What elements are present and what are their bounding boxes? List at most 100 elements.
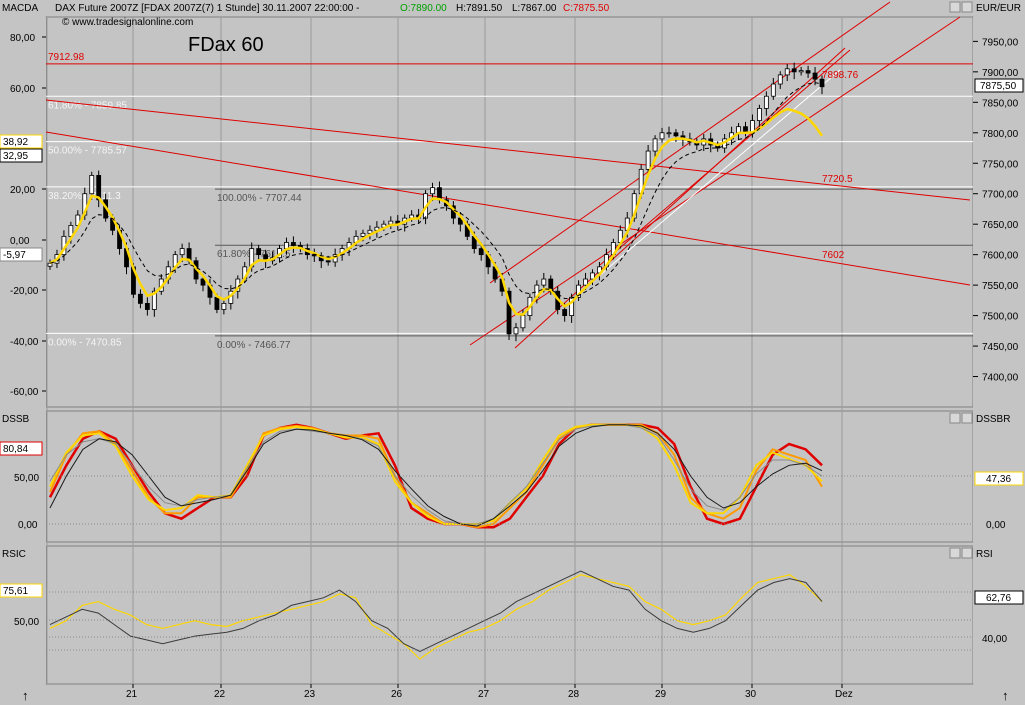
candle-body <box>520 315 526 329</box>
rsi-value-left: 75,61 <box>3 586 28 597</box>
macd-value-1: 38,92 <box>3 137 28 148</box>
x-tick-label: 26 <box>391 689 403 700</box>
rsi-panel-bg <box>45 545 974 685</box>
candle-body <box>513 327 519 335</box>
low-value: L:7867.00 <box>512 3 557 14</box>
level-label: 0.00% - 7470.85 <box>48 337 122 348</box>
candle-body <box>652 138 658 152</box>
rsi-minimize-button[interactable] <box>949 547 961 559</box>
chart-application: 7912.98 61.80% - 7859.85 50.00% - 7785.57 3… <box>0 0 1025 705</box>
x-tick-label: 21 <box>126 689 138 700</box>
candle-body <box>221 303 227 310</box>
right-tick-label: 7850,00 <box>982 98 1019 109</box>
x-tick-label: Dez <box>835 689 853 700</box>
rsi-title: RSI <box>976 549 993 560</box>
right-tick-label: 7550,00 <box>982 281 1019 292</box>
rsi-tick-40: 40,00 <box>982 634 1007 645</box>
left-tick-label: 80,00 <box>10 33 35 44</box>
candle-body <box>666 132 672 135</box>
candle-body <box>562 309 568 316</box>
candle-body <box>645 150 651 170</box>
macd-value-2: 32,95 <box>3 151 28 162</box>
chart-title: FDax 60 <box>188 34 264 56</box>
right-tick-label: 7700,00 <box>982 190 1019 201</box>
dssb-panel-bg <box>45 410 974 543</box>
annotation-7720: 7720.5 <box>822 174 853 185</box>
chart-canvas: 7912.9861.80% - 7859.8550.00% - 7785.573… <box>0 1 1025 703</box>
candle-body <box>214 296 220 310</box>
high-value: H:7891.50 <box>456 3 503 14</box>
x-tick-label: 22 <box>214 689 226 700</box>
candle-body <box>360 232 366 237</box>
rsi-value-right: 62,76 <box>986 593 1011 604</box>
right-tick-label: 7950,00 <box>982 37 1019 48</box>
candle-body <box>583 278 588 286</box>
candle-body <box>144 303 150 310</box>
candle-body <box>763 95 769 109</box>
indicator-label-left: MACDA <box>2 3 38 14</box>
dssb-minimize-button[interactable] <box>949 412 961 424</box>
macd-value-3: -5,97 <box>3 250 26 261</box>
dssb-value-left: 80,84 <box>3 444 28 455</box>
candle-body <box>812 72 818 80</box>
level-label: 100.00% - 7707.44 <box>217 193 302 204</box>
level-label: 7912.98 <box>48 52 85 63</box>
last-price-label: 7875,50 <box>980 81 1017 92</box>
dssb-tick-0: 0,00 <box>18 520 38 531</box>
right-tick-label: 7800,00 <box>982 129 1019 140</box>
right-tick-label: 7500,00 <box>982 312 1019 323</box>
right-tick-label: 7600,00 <box>982 251 1019 262</box>
candle-body <box>89 175 95 195</box>
candle-body <box>757 108 762 121</box>
dssb-title: DSSB <box>2 414 30 425</box>
candle-body <box>138 293 143 304</box>
instrument-info: DAX Future 2007Z [FDAX 2007Z(7) 1 Stunde… <box>55 3 359 14</box>
left-tick-label: 60,00 <box>10 84 35 95</box>
right-tick-label: 7900,00 <box>982 68 1019 79</box>
panel-close-button[interactable] <box>961 1 973 13</box>
x-tick-label: 23 <box>304 689 316 700</box>
annotation-7898: 7898.76 <box>822 70 859 81</box>
close-value: C:7875.50 <box>563 3 610 14</box>
left-tick-label: 20,00 <box>10 185 35 196</box>
panel-minimize-button[interactable] <box>949 1 961 13</box>
left-tick-label: 0,00 <box>10 236 30 247</box>
bottom-right-arrow[interactable]: ↑ <box>1002 688 1009 703</box>
candle-body <box>784 68 790 76</box>
rsi-tick-50: 50,00 <box>14 617 39 628</box>
right-tick-label: 7400,00 <box>982 373 1019 384</box>
left-tick-label: -40,00 <box>10 337 39 348</box>
price-panel-controls[interactable] <box>949 1 973 13</box>
candle-body <box>770 83 776 97</box>
candle-body <box>179 248 185 256</box>
right-tick-label: 7750,00 <box>982 159 1019 170</box>
rsi-close-button[interactable] <box>961 547 973 559</box>
time-axis: 21 22 23 26 27 28 29 30 Dez <box>126 684 853 700</box>
level-label: 0.00% - 7466.77 <box>217 340 291 351</box>
x-tick-label: 28 <box>568 689 580 700</box>
level-label: 50.00% - 7785.57 <box>48 146 127 157</box>
x-tick-label: 27 <box>478 689 490 700</box>
dssb-close-button[interactable] <box>961 412 973 424</box>
candle-body <box>430 187 435 195</box>
candle-body <box>541 278 547 286</box>
annotation-7602: 7602 <box>822 250 845 261</box>
x-tick-label: 30 <box>745 689 757 700</box>
candle-body <box>805 70 811 74</box>
currency-label: EUR/EUR <box>976 3 1021 14</box>
candle-body <box>777 74 783 85</box>
right-tick-label: 7650,00 <box>982 220 1019 231</box>
candle-body <box>256 248 262 256</box>
candle-body <box>798 70 804 73</box>
right-tick-label: 7450,00 <box>982 342 1019 353</box>
left-tick-label: -20,00 <box>10 286 39 297</box>
candle-body <box>673 132 679 137</box>
dssb-tick-50: 50,00 <box>14 473 39 484</box>
rsic-title: RSIC <box>2 549 26 560</box>
bottom-left-arrow[interactable]: ↑ <box>22 688 29 703</box>
candle-body <box>791 68 797 73</box>
dssbr-tick-0: 0,00 <box>986 520 1006 531</box>
dssbr-title: DSSBR <box>976 414 1010 425</box>
x-tick-label: 29 <box>655 689 667 700</box>
candle-body <box>659 132 665 140</box>
